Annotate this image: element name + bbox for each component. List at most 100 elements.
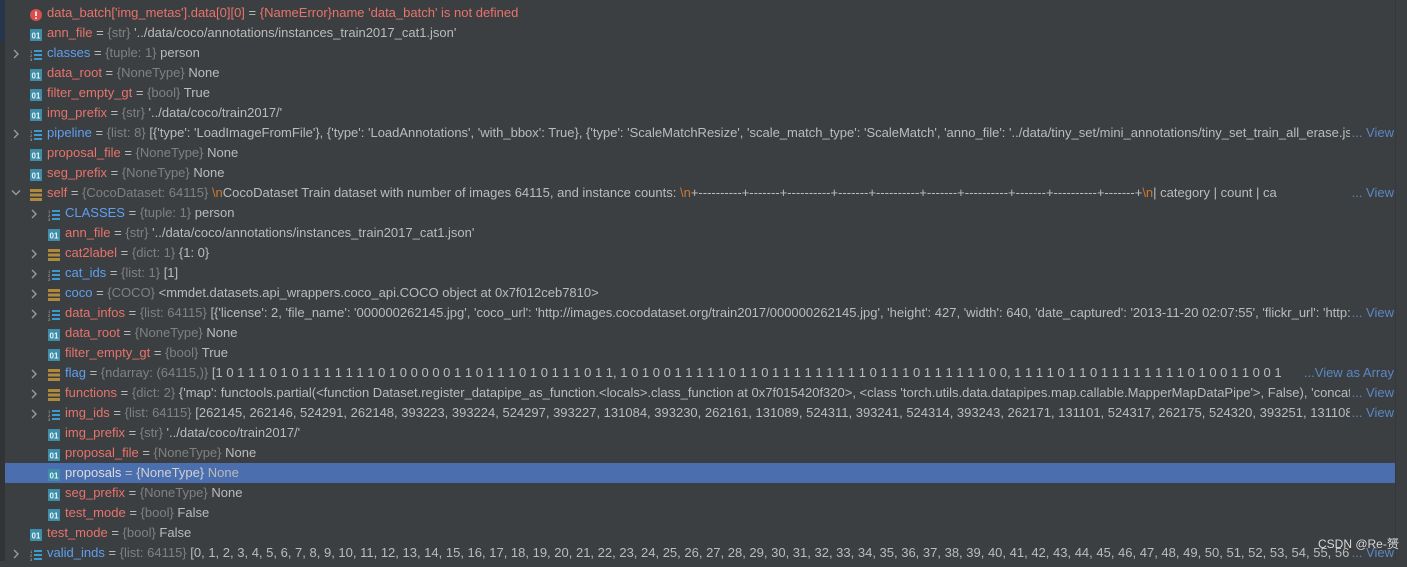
variable-name: img_prefix	[47, 105, 107, 120]
variable-row-content: 01 data_root = {NoneType} None	[0, 323, 1396, 343]
variable-type: {ndarray: (64115,)}	[100, 365, 209, 380]
primitive-icon: 01	[30, 87, 42, 101]
variable-name: self	[47, 185, 68, 200]
chevron-right-icon[interactable]	[28, 303, 40, 323]
variable-row[interactable]: 01 ann_file = {str} '../data/coco/annotat…	[0, 223, 1396, 243]
variable-row[interactable]: 1 2 3 CLASSES = {tuple: 1} person	[0, 203, 1396, 223]
variable-row[interactable]: 01 proposal_file = {NoneType} None	[0, 143, 1396, 163]
watermark: CSDN @Re-赟	[1318, 537, 1399, 551]
chevron-right-icon[interactable]	[28, 243, 40, 263]
vertical-scrollbar[interactable]	[1395, 0, 1407, 561]
primitive-icon: 01	[30, 107, 42, 121]
variable-row-content: 01 seg_prefix = {NoneType} None	[0, 163, 1396, 183]
variable-row[interactable]: 01 data_root = {NoneType} None	[0, 323, 1396, 343]
chevron-right-icon[interactable]	[28, 203, 40, 223]
variable-name: data_infos	[65, 305, 125, 320]
variable-text: self = {CocoDataset: 64115} \nCocoDatase…	[47, 183, 1358, 203]
variable-row[interactable]: 1 2 3 classes = {tuple: 1} person	[0, 43, 1396, 63]
variable-type: {str}	[121, 105, 145, 120]
primitive-icon: 01	[48, 347, 60, 361]
variable-row-content: 1 2 3 CLASSES = {tuple: 1} person	[0, 203, 1396, 223]
variable-text: test_mode = {bool} False	[65, 503, 1396, 523]
chevron-right-icon[interactable]	[10, 543, 22, 563]
chevron-down-icon[interactable]	[10, 183, 22, 203]
variable-row[interactable]: 01 ann_file = {str} '../data/coco/annotat…	[0, 23, 1396, 43]
variable-row[interactable]: 1 2 3 data_infos = {list: 64115} [{'license…	[0, 303, 1396, 323]
variable-row-content: 1 2 3 data_infos = {list: 64115} [{'license…	[0, 303, 1396, 323]
variable-row[interactable]: cat2label = {dict: 1} {1: 0}	[0, 243, 1396, 263]
variable-type: {NoneType}	[121, 165, 190, 180]
variable-row[interactable]: 01 test_mode = {bool} False	[0, 503, 1396, 523]
variable-text: test_mode = {bool} False	[47, 523, 1396, 543]
variable-value: name 'data_batch' is not defined	[332, 5, 519, 20]
variable-value: '../data/coco/train2017/'	[166, 425, 301, 440]
variable-name: filter_empty_gt	[65, 345, 151, 360]
variable-name: proposal_file	[65, 445, 139, 460]
variable-row[interactable]: self = {CocoDataset: 64115} \nCocoDatase…	[0, 183, 1396, 203]
primitive-icon: 01	[30, 147, 42, 161]
equals-sign: =	[125, 505, 141, 520]
variable-row[interactable]: 1 2 3 valid_inds = {list: 64115} [0, 1, 2, …	[0, 543, 1396, 563]
variable-row[interactable]: 01 test_mode = {bool} False	[0, 523, 1396, 543]
variable-type: {NoneType}	[135, 145, 204, 160]
variable-value: [0, 1, 2, 3, 4, 5, 6, 7, 8, 9, 10, 11, 1…	[190, 545, 1358, 560]
variable-type: {bool}	[147, 85, 181, 100]
variable-row[interactable]: 01 seg_prefix = {NoneType} None	[0, 483, 1396, 503]
primitive-icon: 01	[48, 507, 60, 521]
variable-text: proposals = {NoneType} None	[65, 463, 1396, 483]
variable-row[interactable]: 01 filter_empty_gt = {bool} True	[0, 83, 1396, 103]
variable-row[interactable]: 01 img_prefix = {str} '../data/coco/train…	[0, 103, 1396, 123]
variable-row[interactable]: 1 2 3 cat_ids = {list: 1} [1]	[0, 263, 1396, 283]
list-icon: 123	[30, 47, 42, 62]
variable-type: {bool}	[165, 345, 199, 360]
variable-value: +----------+-------+----------+-------+-…	[690, 185, 1143, 200]
view-link[interactable]: ... View	[1349, 403, 1394, 423]
variable-row[interactable]: 01 filter_empty_gt = {bool} True	[0, 343, 1396, 363]
variable-row-content: 1 2 3 valid_inds = {list: 64115} [0, 1, 2, …	[0, 543, 1396, 563]
variable-text: pipeline = {list: 8} [{'type': 'LoadImag…	[47, 123, 1358, 143]
equals-sign: =	[106, 265, 122, 280]
variable-row[interactable]: 01 proposals = {NoneType} None	[5, 463, 1396, 483]
view-link[interactable]: ... View	[1349, 303, 1394, 323]
variable-row[interactable]: functions = {dict: 2} {'map': functools.…	[0, 383, 1396, 403]
variable-value: | category | count | ca	[1153, 185, 1277, 200]
object-icon	[48, 367, 60, 381]
chevron-right-icon[interactable]	[10, 43, 22, 63]
variable-value: [{'type': 'LoadImageFromFile'}, {'type':…	[149, 125, 1358, 140]
variable-type: {tuple: 1}	[105, 45, 157, 60]
view-link[interactable]: ... View	[1349, 183, 1394, 203]
chevron-right-icon[interactable]	[28, 283, 40, 303]
variable-row[interactable]: 01 data_root = {NoneType} None	[0, 63, 1396, 83]
view-link[interactable]: ... View	[1349, 123, 1394, 143]
equals-sign: =	[121, 465, 137, 480]
variable-text: seg_prefix = {NoneType} None	[65, 483, 1396, 503]
primitive-icon: 01	[48, 447, 60, 461]
variable-row[interactable]: 1 2 3 pipeline = {list: 8} [{'type': 'LoadI…	[0, 123, 1396, 143]
view-link[interactable]: ... View	[1349, 383, 1394, 403]
variable-row[interactable]: 01 proposal_file = {NoneType} None	[0, 443, 1396, 463]
variable-text: classes = {tuple: 1} person	[47, 43, 1396, 63]
escape-sequence: \n	[211, 185, 223, 200]
chevron-right-icon[interactable]	[28, 403, 40, 423]
object-icon	[48, 387, 60, 401]
view-link[interactable]: ...View as Array	[1301, 363, 1394, 383]
chevron-right-icon[interactable]	[28, 263, 40, 283]
variable-value: None	[188, 65, 220, 80]
variable-row[interactable]: 01 img_prefix = {str} '../data/coco/train…	[0, 423, 1396, 443]
variable-value: {1: 0}	[178, 245, 210, 260]
chevron-right-icon[interactable]	[28, 363, 40, 383]
variable-row[interactable]: data_batch['img_metas'].data[0][0] = {Na…	[0, 3, 1396, 23]
primitive-icon: 01	[48, 427, 60, 441]
chevron-right-icon[interactable]	[10, 123, 22, 143]
variable-row[interactable]: 1 2 3 img_ids = {list: 64115} [262145, 2621…	[0, 403, 1396, 423]
variable-row[interactable]: flag = {ndarray: (64115,)} [1 0 1 1 1 0 …	[0, 363, 1396, 383]
escape-sequence: \n	[679, 185, 691, 200]
chevron-right-icon[interactable]	[28, 383, 40, 403]
list-icon: 123	[30, 547, 42, 562]
object-icon	[48, 247, 60, 261]
variable-row[interactable]: coco = {COCO} <mmdet.datasets.api_wrappe…	[0, 283, 1396, 303]
variable-text: img_prefix = {str} '../data/coco/train20…	[65, 423, 1396, 443]
variable-row[interactable]: 01 seg_prefix = {NoneType} None	[0, 163, 1396, 183]
variable-text: coco = {COCO} <mmdet.datasets.api_wrappe…	[65, 283, 1396, 303]
equals-sign: =	[124, 425, 140, 440]
